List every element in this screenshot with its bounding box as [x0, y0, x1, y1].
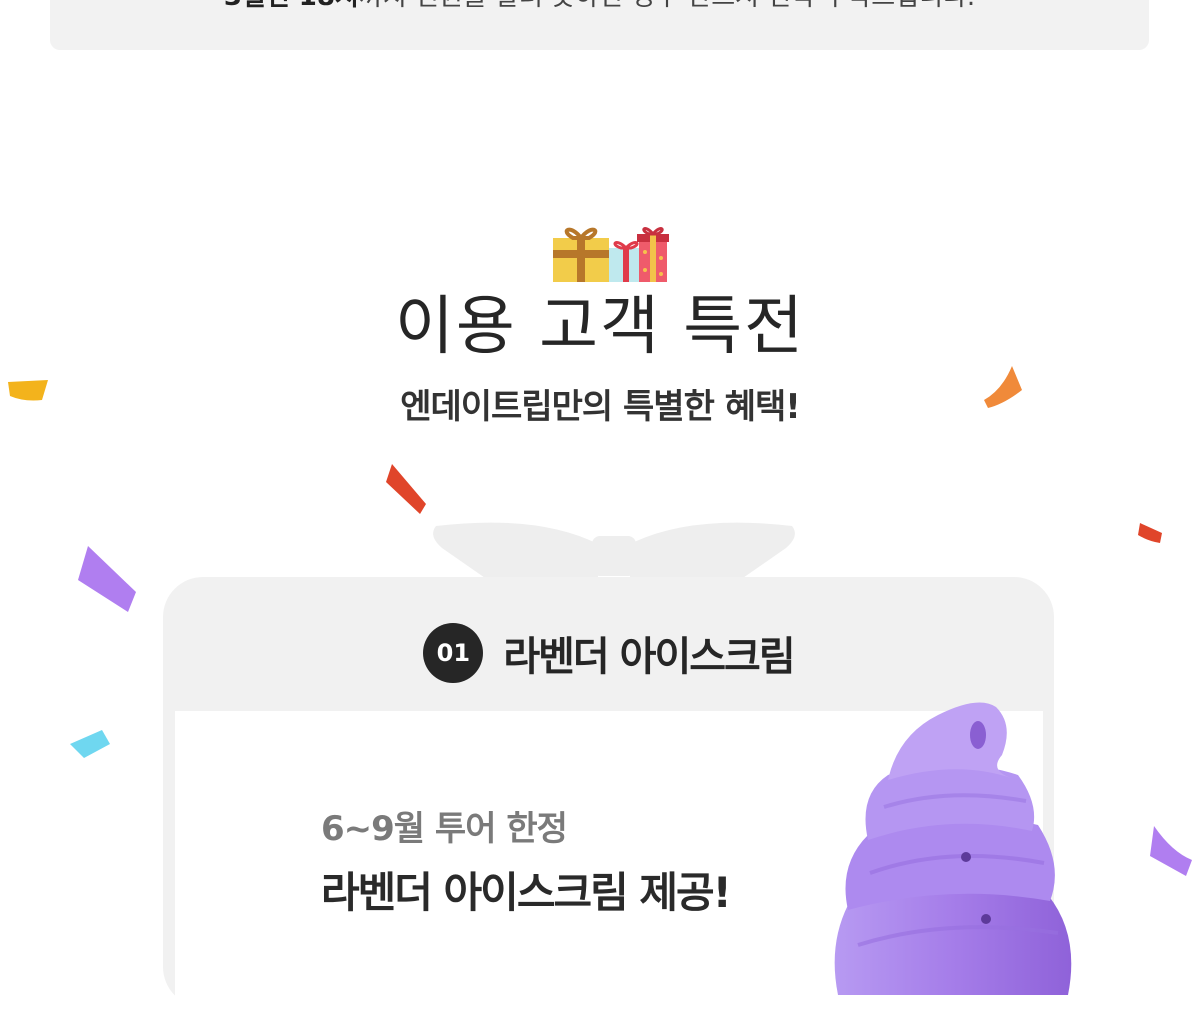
gift-boxes-icon [553, 227, 669, 282]
card-header: 01 라벤더 아이스크림 [163, 623, 1054, 683]
benefits-title: 이용 고객 특전 [395, 290, 805, 364]
notice-text: 3일전 18시까지 인원을 알려 못하신 경우 반드시 연락 부탁드립니다. [50, 0, 1149, 12]
confetti-purple-right [1150, 826, 1192, 876]
card-headline: 라벤더 아이스크림 제공! [321, 868, 732, 917]
lavender-icecream-image [834, 702, 1072, 995]
confetti-yellow [8, 380, 48, 401]
confetti-cyan [70, 730, 110, 758]
confetti-orange [984, 366, 1022, 408]
confetti-purple-left [78, 546, 136, 612]
notice-box: 3일전 18시까지 인원을 알려 못하신 경우 반드시 연락 부탁드립니다. [50, 0, 1149, 50]
number-badge: 01 [423, 623, 484, 683]
card-tag: 6~9월 투어 한정 [321, 809, 568, 849]
notice-rest: 까지 인원을 알려 못하신 경우 반드시 연락 부탁드립니다. [359, 0, 975, 12]
confetti-red [386, 464, 426, 514]
card-title: 라벤더 아이스크림 [503, 634, 795, 680]
notice-bold: 3일전 18시 [224, 0, 359, 12]
confetti-red-right [1138, 523, 1162, 543]
